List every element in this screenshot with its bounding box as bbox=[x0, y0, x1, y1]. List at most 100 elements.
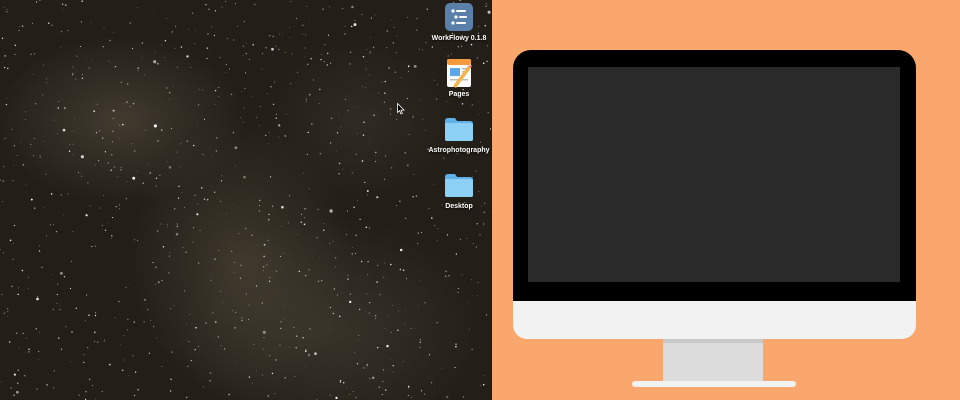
star bbox=[241, 317, 243, 319]
star bbox=[7, 67, 9, 70]
desktop-wallpaper-starfield bbox=[0, 0, 492, 400]
star bbox=[304, 208, 306, 210]
star bbox=[157, 62, 159, 65]
star bbox=[266, 180, 268, 182]
star bbox=[369, 301, 371, 304]
star bbox=[326, 52, 329, 55]
star bbox=[338, 162, 341, 165]
star bbox=[457, 288, 459, 289]
star bbox=[424, 302, 426, 304]
star bbox=[275, 270, 278, 272]
star bbox=[386, 344, 389, 348]
star bbox=[383, 178, 386, 180]
star bbox=[274, 393, 276, 395]
star bbox=[37, 358, 39, 360]
star bbox=[85, 214, 88, 217]
star bbox=[22, 164, 25, 166]
star bbox=[363, 367, 365, 369]
star bbox=[101, 225, 103, 227]
star bbox=[336, 132, 339, 134]
star bbox=[369, 377, 371, 380]
star bbox=[15, 332, 18, 334]
star bbox=[6, 8, 8, 10]
star bbox=[197, 262, 200, 264]
star bbox=[268, 131, 270, 133]
star bbox=[5, 103, 8, 106]
star bbox=[480, 384, 481, 386]
star bbox=[407, 386, 410, 389]
star bbox=[155, 266, 157, 268]
star bbox=[370, 17, 373, 19]
star bbox=[65, 326, 67, 328]
star bbox=[17, 369, 19, 371]
star bbox=[404, 323, 406, 325]
star bbox=[263, 337, 265, 338]
star bbox=[53, 224, 54, 225]
star bbox=[269, 34, 271, 37]
star bbox=[454, 366, 456, 369]
star bbox=[443, 157, 445, 159]
star bbox=[68, 150, 71, 152]
star bbox=[186, 140, 189, 143]
star bbox=[210, 279, 212, 281]
star bbox=[63, 214, 65, 216]
star bbox=[92, 384, 94, 386]
star bbox=[197, 104, 200, 106]
star bbox=[171, 31, 173, 33]
star bbox=[382, 369, 384, 371]
star bbox=[285, 113, 287, 115]
star bbox=[404, 310, 406, 312]
star bbox=[154, 50, 156, 52]
star bbox=[398, 310, 400, 312]
star bbox=[184, 207, 185, 208]
star bbox=[60, 46, 62, 48]
star bbox=[14, 44, 16, 46]
star bbox=[330, 117, 333, 120]
star bbox=[412, 116, 414, 118]
star bbox=[189, 314, 191, 315]
star bbox=[287, 222, 289, 224]
star bbox=[64, 107, 66, 109]
star bbox=[198, 88, 200, 90]
star bbox=[55, 230, 58, 233]
star bbox=[119, 124, 120, 126]
star bbox=[298, 270, 301, 273]
desktop-icon-astrophotography[interactable]: Astrophotography bbox=[423, 114, 495, 154]
star bbox=[388, 315, 390, 317]
star bbox=[349, 300, 352, 304]
star bbox=[178, 185, 180, 188]
star bbox=[467, 302, 468, 303]
star bbox=[384, 155, 387, 157]
star bbox=[45, 82, 47, 84]
star bbox=[218, 250, 220, 252]
star bbox=[3, 66, 6, 69]
star bbox=[218, 86, 220, 88]
star bbox=[337, 294, 338, 296]
star bbox=[169, 98, 170, 100]
star bbox=[482, 384, 485, 386]
desktop-icon-desktop-folder[interactable]: Desktop bbox=[423, 170, 495, 210]
star bbox=[188, 341, 190, 343]
star bbox=[392, 371, 394, 373]
star bbox=[71, 73, 74, 76]
star bbox=[23, 374, 26, 377]
star bbox=[274, 82, 275, 83]
star bbox=[272, 205, 274, 207]
star bbox=[60, 30, 63, 33]
star bbox=[25, 184, 27, 186]
desktop-icon-pages[interactable]: Pages bbox=[423, 58, 495, 98]
star bbox=[103, 195, 104, 197]
desktop-icon-workflowy[interactable]: WorkFlowy 0.1.8 bbox=[423, 2, 495, 42]
star bbox=[383, 101, 386, 103]
star bbox=[373, 114, 376, 117]
star bbox=[354, 352, 356, 353]
star bbox=[48, 22, 50, 24]
star bbox=[203, 198, 206, 200]
star bbox=[305, 101, 307, 103]
star bbox=[226, 213, 228, 214]
star bbox=[34, 207, 36, 209]
star bbox=[152, 262, 154, 264]
star bbox=[30, 146, 32, 148]
star bbox=[352, 247, 353, 248]
star bbox=[14, 53, 16, 55]
